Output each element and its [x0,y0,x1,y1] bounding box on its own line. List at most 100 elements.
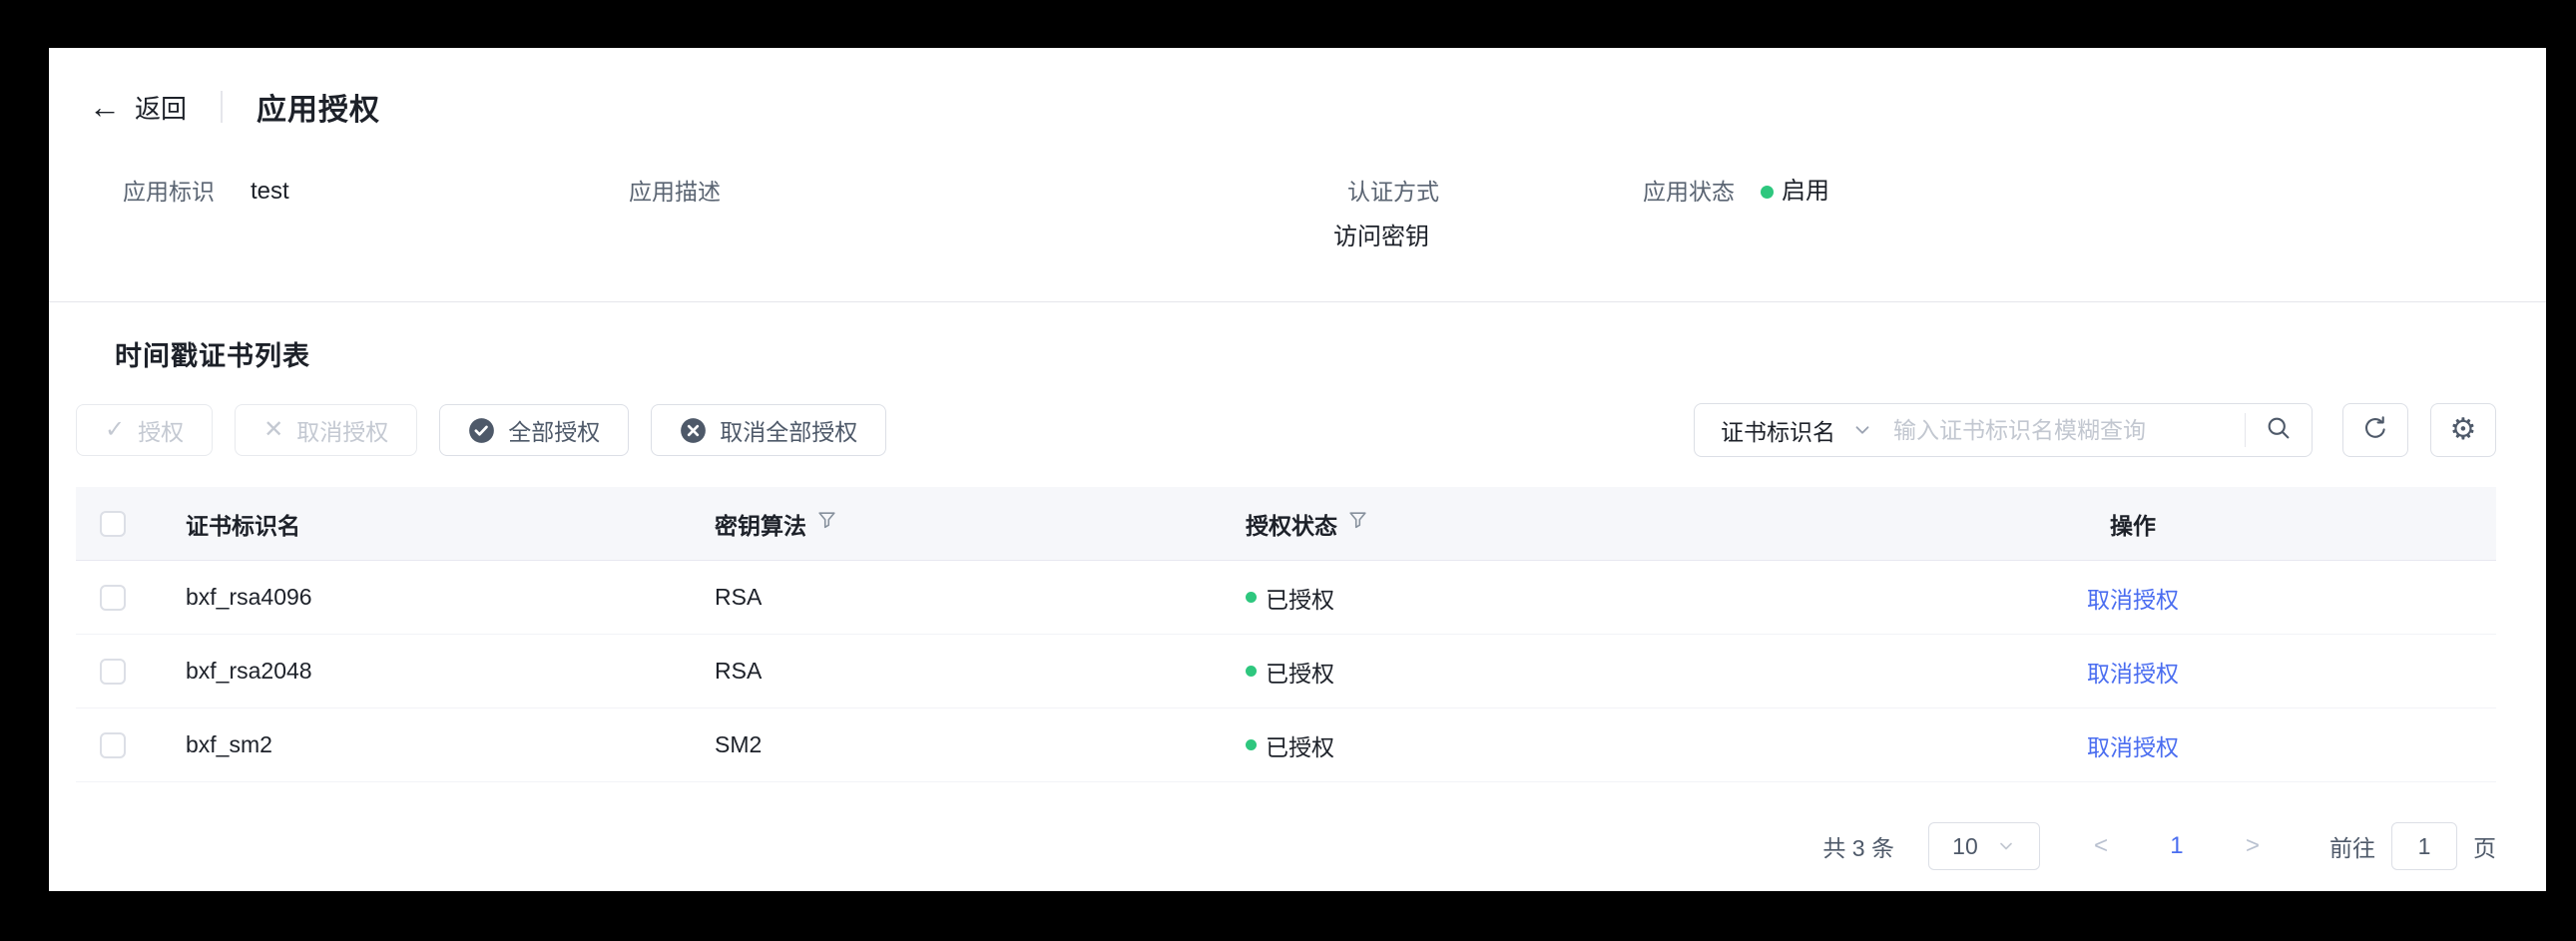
app-id-label: 应用标识 [123,179,215,205]
auth-method-label: 认证方式 [1347,179,1439,205]
filter-icon[interactable] [1347,510,1368,537]
algorithm-cell: SM2 [715,731,763,757]
search-group: 证书标识名 [1694,403,2313,457]
revoke-all-button[interactable]: 取消全部授权 [651,404,887,456]
header-divider [221,91,224,123]
row-checkbox[interactable] [100,731,126,758]
header-checkbox-cell [76,510,186,537]
column-header-algorithm-label: 密钥算法 [715,512,806,539]
status-text: 已授权 [1266,733,1334,760]
certificate-table: 证书标识名 密钥算法 授权状态 操作 bxf_rsa4096 RSA 已授权 取… [76,487,2496,782]
column-header-action: 操作 [1770,507,2496,541]
status-cell: 已授权 [1246,581,1770,615]
x-icon: ✕ [263,416,284,443]
algorithm-cell: RSA [715,658,763,684]
app-id-value: test [251,178,289,205]
authorize-button[interactable]: ✓ 授权 [76,404,214,456]
goto-unit-label: 页 [2473,835,2496,861]
app-status-value: 启用 [1782,178,1829,205]
row-checkbox-cell [76,731,186,758]
app-status-field: 应用状态 启用 [1643,176,2546,253]
status-text: 已授权 [1266,586,1334,613]
search-button[interactable] [2246,405,2312,455]
table-header-row: 证书标识名 密钥算法 授权状态 操作 [76,487,2496,561]
row-checkbox-cell [76,658,186,685]
action-cell: 取消授权 [1770,581,2496,615]
goto-page-input[interactable] [2391,822,2457,870]
algorithm-cell: RSA [715,584,763,610]
status-dot-icon [1246,592,1257,603]
chevron-down-icon [1851,419,1873,441]
action-cell: 取消授权 [1770,728,2496,762]
app-status-badge: 启用 [1761,176,1829,208]
column-settings-button[interactable]: ⚙ [2430,403,2496,457]
app-info-row: 应用标识 test 应用描述 认证方式 访问密钥 应用状态 启用 [49,130,2546,253]
revoke-link[interactable]: 取消授权 [2087,734,2179,760]
page-size-select[interactable]: 10 [1927,822,2040,870]
status-dot-icon [1246,739,1257,750]
table-row: bxf_rsa2048 RSA 已授权 取消授权 [76,635,2496,708]
refresh-button[interactable] [2342,403,2408,457]
select-all-checkbox[interactable] [100,510,126,537]
search-field-select[interactable]: 证书标识名 [1695,413,1891,447]
search-icon [2265,414,2293,447]
cert-name-cell: bxf_rsa4096 [186,584,312,610]
table-row: bxf_sm2 SM2 已授权 取消授权 [76,708,2496,782]
column-header-cert-label: 证书标识名 [186,512,300,539]
column-header-cert: 证书标识名 [186,507,715,541]
chevron-down-icon [1996,836,2016,856]
revoke-link[interactable]: 取消授权 [2087,661,2179,687]
auth-method-value: 访问密钥 [1333,224,1429,250]
action-button-group: ✓ 授权 ✕ 取消授权 全部授权 取消全部授权 [76,404,887,456]
back-label: 返回 [135,93,188,124]
app-desc-label: 应用描述 [629,179,721,205]
status-dot-icon [1761,185,1774,199]
pagination: 共 3 条 10 < 1 > 前往 页 [76,822,2496,870]
page-title: 应用授权 [257,94,381,127]
row-checkbox[interactable] [100,658,126,685]
table-row: bxf_rsa4096 RSA 已授权 取消授权 [76,561,2496,635]
status-cell: 已授权 [1246,728,1770,762]
authorize-button-label: 授权 [138,419,185,445]
next-page-button[interactable]: > [2238,832,2268,860]
app-id-field: 应用标识 test [123,176,629,253]
search-input[interactable] [1891,415,2245,445]
row-checkbox-cell [76,584,186,611]
back-arrow-icon: ← [89,89,121,125]
current-page[interactable]: 1 [2162,832,2192,860]
page-size-value: 10 [1952,832,1978,859]
search-field-select-value: 证书标识名 [1721,419,1835,445]
cert-name-cell: bxf_sm2 [186,731,272,757]
action-cell: 取消授权 [1770,655,2496,689]
check-circle-icon [468,417,495,444]
filter-icon[interactable] [816,510,837,537]
column-header-status: 授权状态 [1246,507,1770,541]
search-area: 证书标识名 ⚙ [1694,403,2496,457]
section-divider [49,301,2546,302]
gear-icon: ⚙ [2449,413,2477,446]
column-header-action-label: 操作 [2110,512,2156,539]
total-count: 共 3 条 [1822,835,1894,861]
auth-method-field: 认证方式 访问密钥 [1333,176,1643,253]
toolbar: ✓ 授权 ✕ 取消授权 全部授权 取消全部授权 证书标识名 输入证书标识名模糊查… [76,403,2496,457]
revoke-button[interactable]: ✕ 取消授权 [235,404,418,456]
status-text: 已授权 [1266,660,1334,687]
page-header: ← 返回 应用授权 [49,48,2546,130]
revoke-all-button-label: 取消全部授权 [720,419,858,445]
goto-label: 前往 [2329,835,2375,861]
refresh-icon [2361,414,2389,447]
revoke-link[interactable]: 取消授权 [2087,587,2179,613]
cert-name-cell: bxf_rsa2048 [186,658,312,684]
column-header-status-label: 授权状态 [1246,512,1337,539]
row-checkbox[interactable] [100,584,126,611]
column-header-algorithm: 密钥算法 [715,507,1246,541]
prev-page-button[interactable]: < [2086,832,2116,860]
app-authorization-panel: ← 返回 应用授权 应用标识 test 应用描述 认证方式 访问密钥 应用状态 … [49,48,2546,891]
authorize-all-button[interactable]: 全部授权 [439,404,630,456]
check-icon: ✓ [105,416,126,443]
back-button[interactable]: ← 返回 [89,89,187,126]
authorize-all-button-label: 全部授权 [508,419,601,445]
app-desc-field: 应用描述 [629,176,1347,253]
app-status-label: 应用状态 [1643,179,1735,205]
status-dot-icon [1246,666,1257,677]
